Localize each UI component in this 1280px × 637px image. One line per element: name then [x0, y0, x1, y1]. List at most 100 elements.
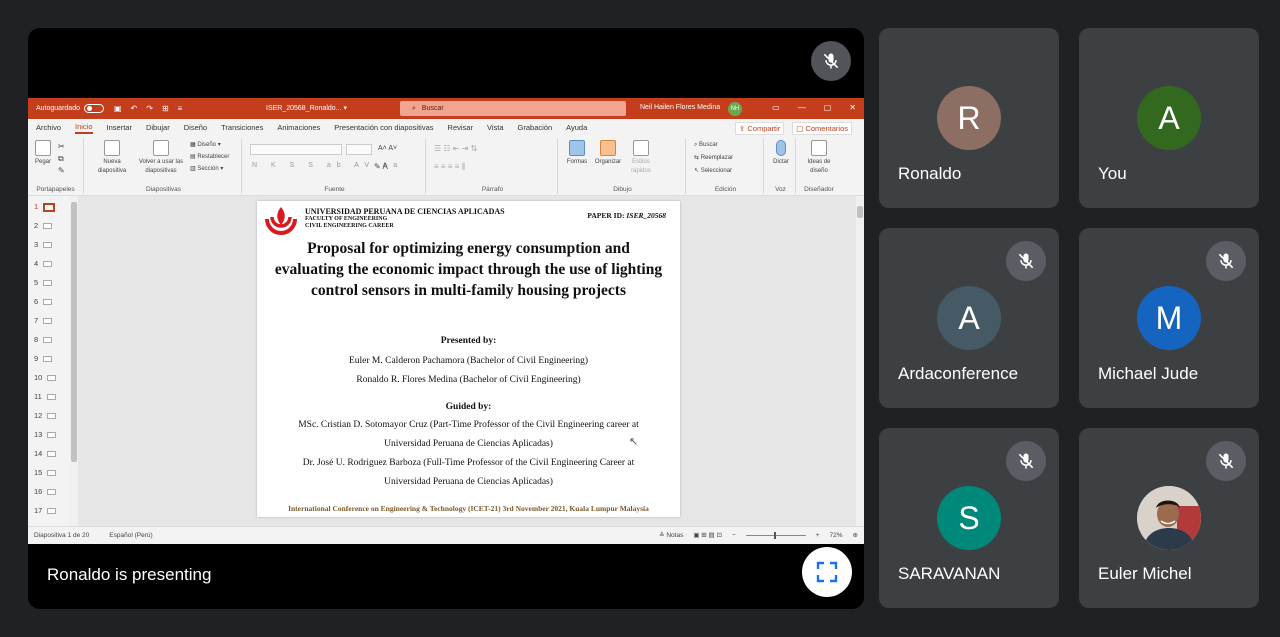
- mic-muted-icon: [1006, 241, 1046, 281]
- mouse-cursor-icon: ↖: [629, 436, 639, 448]
- advisor-1-line-2: Universidad Peruana de Ciencias Aplicada…: [384, 439, 553, 449]
- design-ideas-button: Ideas de diseño: [800, 140, 838, 176]
- notes-button: ≙ Notas: [659, 532, 684, 539]
- present-icon: ⊞: [161, 104, 169, 113]
- menu-dibujar: Dibujar: [145, 123, 170, 132]
- window-controls: ▭ — ▢ ✕: [772, 103, 856, 112]
- avatar: A: [1137, 86, 1201, 150]
- find-button: ⌕ Buscar: [694, 142, 718, 148]
- participant-tile-euler-michel[interactable]: Euler Michel: [1079, 428, 1259, 608]
- presentation-tile[interactable]: Autoguardado ▣ ↶ ↷ ⊞ ≡ ISER_20568_Ronald…: [28, 28, 864, 609]
- search-icon: ⌕: [412, 104, 416, 112]
- university-header: UNIVERSIDAD PERUANA DE CIENCIAS APLICADA…: [305, 207, 505, 230]
- slide-thumbnail: 11: [34, 392, 56, 401]
- slide-thumbnail-preview: [43, 337, 53, 344]
- slide-thumbnail: 13: [34, 430, 57, 439]
- zoom-level: 72%: [829, 531, 843, 539]
- section-button: ▥ Sección ▾: [190, 166, 224, 172]
- slide-thumbnail-number: 3: [34, 240, 39, 249]
- avatar: M: [1137, 286, 1201, 350]
- quick-access-toolbar: ▣ ↶ ↷ ⊞ ≡: [114, 104, 182, 113]
- arrange-icon: [600, 140, 616, 156]
- advisor-1-line-1: MSc. Cristian D. Sotomayor Cruz (Part-Ti…: [298, 420, 639, 430]
- fit-slide-icon: ⊕: [852, 532, 858, 539]
- slide-thumbnail: 1: [34, 202, 56, 212]
- participant-tile-ardaconference[interactable]: A Ardaconference: [879, 228, 1059, 408]
- ppt-user-name: Neil Hailen Flores Medina: [640, 104, 721, 111]
- slide-thumbnail: 8: [34, 335, 53, 344]
- mic-muted-icon: [1206, 441, 1246, 481]
- participant-name: Ardaconference: [898, 364, 1019, 383]
- document-name: ISER_20568_Ronaldo... ▾: [266, 105, 347, 112]
- slide-thumbnail: 2: [34, 221, 53, 230]
- slide-thumbnail-number: 5: [34, 278, 39, 287]
- slide-thumbnail-preview: [43, 299, 53, 306]
- conference-footer: International Conference on Engineering …: [288, 504, 649, 513]
- participant-tile-ronaldo[interactable]: R Ronaldo: [879, 28, 1059, 208]
- slide-thumbnail: 3: [34, 240, 53, 249]
- ppt-title-bar: Autoguardado ▣ ↶ ↷ ⊞ ≡ ISER_20568_Ronald…: [28, 98, 864, 119]
- author-2: Ronaldo R. Flores Medina (Bachelor of Ci…: [356, 375, 581, 385]
- slide-thumbnail-preview: [47, 489, 57, 496]
- slide-thumbnail-number: 16: [34, 487, 43, 496]
- zoom-in-icon: +: [815, 531, 820, 539]
- slide-thumbnail-number: 10: [34, 373, 43, 382]
- presenting-label: Ronaldo is presenting: [47, 565, 212, 584]
- slide-thumbnail-number: 14: [34, 449, 43, 458]
- list-icons: ☰ ☷ ⇤ ⇥ ⇅: [434, 144, 478, 153]
- slide-thumbnail-preview: [47, 508, 57, 515]
- avatar: A: [937, 286, 1001, 350]
- zoom-out-icon: −: [731, 531, 736, 539]
- slide-thumbnail: 9: [34, 354, 53, 363]
- slide-thumbnail-preview: [46, 394, 56, 401]
- close-icon: ✕: [849, 103, 856, 112]
- slide-thumbnail-preview: [47, 432, 57, 439]
- reuse-slides-button: Volver a usar las diapositivas: [136, 140, 186, 176]
- slide-thumbnail-number: 11: [34, 392, 42, 401]
- slide-thumbnail: 4: [34, 259, 53, 268]
- ppt-ribbon: Pegar ✂ ⧉ ✎ Portapapeles Nueva diapositi…: [28, 136, 864, 196]
- save-icon: ▣: [113, 104, 122, 113]
- ppt-menu-bar: Archivo Inicio Insertar Dibujar Diseño T…: [28, 119, 864, 136]
- participant-name: Ronaldo: [898, 164, 962, 183]
- menu-presentacion: Presentación con diapositivas: [334, 123, 434, 132]
- cut-icon: ✂: [58, 142, 65, 151]
- ribbon-group-font: A˄ A˅ N K S S ab AV Aa ✎ A Fuente: [244, 138, 426, 194]
- ribbon-group-paragraph: ☰ ☷ ⇤ ⇥ ⇅ ≡ ≡ ≡ ≡ ⫼ Párrafo: [428, 138, 558, 194]
- participant-name: Michael Jude: [1098, 364, 1199, 383]
- reuse-slides-icon: [153, 140, 169, 156]
- slide-thumbnail: 5: [34, 278, 53, 287]
- slide-thumbnail-preview: [43, 356, 53, 363]
- autosave-toggle: [83, 104, 104, 113]
- autosave-label: Autoguardado: [36, 105, 80, 112]
- slide-thumbnail-number: 1: [34, 202, 39, 211]
- participant-tile-you[interactable]: A You: [1079, 28, 1259, 208]
- menu-grabacion: Grabación: [517, 123, 553, 132]
- reset-button: ▤ Restablecer: [190, 154, 230, 160]
- paste-button: Pegar: [32, 140, 54, 167]
- ppt-user-avatar: NH: [728, 102, 742, 116]
- participant-name: Euler Michel: [1098, 564, 1192, 583]
- slide-thumbnail-preview: [43, 223, 53, 230]
- slide-count: Diapositiva 1 de 20: [34, 532, 90, 539]
- participant-tile-saravanan[interactable]: S SARAVANAN: [879, 428, 1059, 608]
- guided-by-heading: Guided by:: [445, 402, 492, 412]
- current-slide: UNIVERSIDAD PERUANA DE CIENCIAS APLICADA…: [257, 201, 680, 517]
- view-buttons: ▣ ⊞ ▤ ⊡: [693, 532, 722, 539]
- fullscreen-button[interactable]: [802, 547, 852, 597]
- share-button: ⇪ Compartir: [734, 122, 785, 135]
- slide-thumbnail-preview: [47, 375, 57, 382]
- slide-thumbnail-number: 17: [34, 506, 43, 515]
- menu-animaciones: Animaciones: [277, 123, 321, 132]
- microphone-icon: [776, 140, 786, 156]
- slide-thumbnail: 14: [34, 449, 57, 458]
- slide-thumbnail-preview: [43, 242, 53, 249]
- slide-thumbnail-number: 8: [34, 335, 39, 344]
- slide-thumbnail-preview: [47, 470, 57, 477]
- fullscreen-icon: [816, 561, 838, 583]
- presented-by-heading: Presented by:: [440, 336, 497, 346]
- minimize-icon: —: [797, 103, 806, 112]
- upc-logo-icon: [265, 207, 297, 235]
- participant-tile-michael-jude[interactable]: M Michael Jude: [1079, 228, 1259, 408]
- quick-styles-button: Estilos rápidos: [626, 140, 656, 176]
